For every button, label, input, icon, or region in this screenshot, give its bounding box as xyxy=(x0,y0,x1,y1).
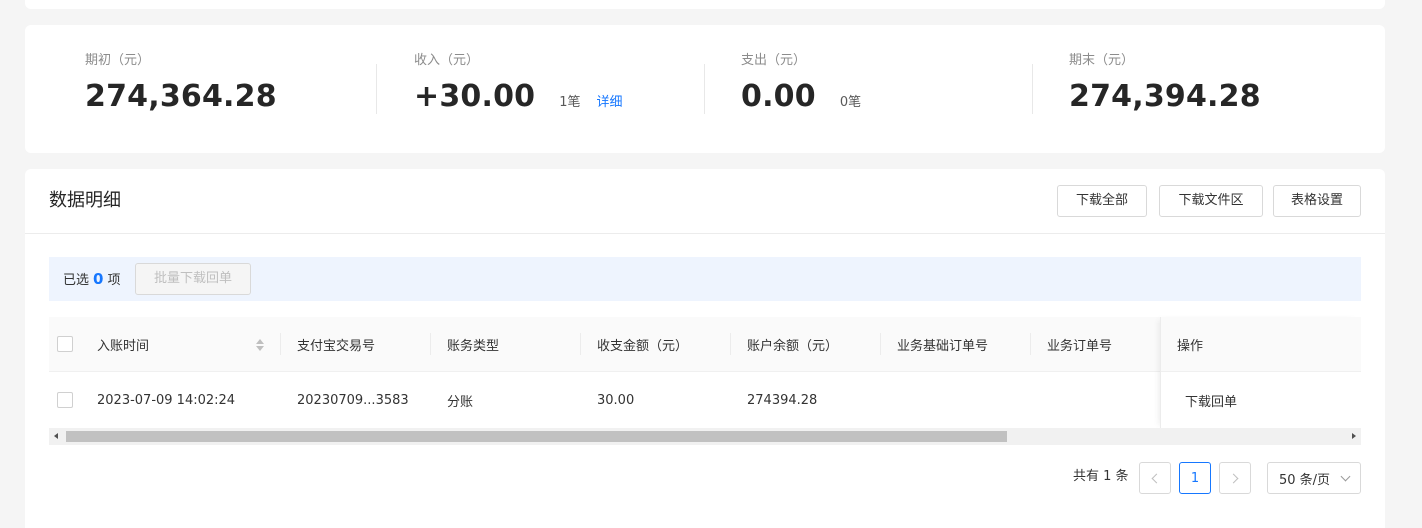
stat-closing-label: 期末（元） xyxy=(1069,53,1135,68)
detail-card: 数据明细 下载全部 下载文件区 表格设置 已选 0 项 批量下载回单 入账时间 支付… xyxy=(25,169,1385,528)
stat-opening-value: 274,364.28 xyxy=(85,79,277,114)
page-size-value: 50 条/页 xyxy=(1279,472,1331,488)
selection-count-text: 已选 0 项 xyxy=(63,270,121,288)
horizontal-scrollbar[interactable] xyxy=(49,428,1361,445)
cell-amount: 30.00 xyxy=(597,392,635,408)
scroll-left-icon[interactable] xyxy=(54,433,58,439)
stat-income-label: 收入（元） xyxy=(414,53,480,68)
col-header-base-order: 业务基础订单号 xyxy=(897,338,989,354)
fixed-action-column xyxy=(1160,317,1361,428)
stat-income-value: +30.00 xyxy=(414,79,536,114)
selection-bar: 已选 0 项 批量下载回单 xyxy=(49,257,1361,301)
chevron-left-icon xyxy=(1151,473,1162,483)
cell-balance: 274394.28 xyxy=(747,392,818,408)
col-header-type: 账务类型 xyxy=(447,338,500,354)
sort-icon[interactable] xyxy=(255,337,265,353)
page-1-button[interactable]: 1 xyxy=(1179,462,1211,494)
cell-trade-no: 20230709...3583 xyxy=(297,392,409,408)
scroll-right-icon[interactable] xyxy=(1352,433,1356,439)
download-all-button[interactable]: 下载全部 xyxy=(1057,185,1147,217)
stat-opening-label: 期初（元） xyxy=(85,53,151,68)
stat-expense-label: 支出（元） xyxy=(741,53,807,68)
col-header-order: 业务订单号 xyxy=(1047,338,1113,354)
batch-download-button[interactable]: 批量下载回单 xyxy=(135,263,251,295)
previous-card-edge xyxy=(25,0,1385,9)
stat-income-count: 1笔 xyxy=(559,95,581,110)
summary-card: 期初（元） 274,364.28 收入（元） +30.00 1笔 详细 支出（元… xyxy=(25,25,1385,153)
cell-time: 2023-07-09 14:02:24 xyxy=(97,392,236,408)
stat-income: 收入（元） +30.00 1笔 详细 xyxy=(414,51,623,115)
cell-type: 分账 xyxy=(447,394,474,410)
divider xyxy=(704,64,705,114)
detail-header: 数据明细 下载全部 下载文件区 表格设置 xyxy=(25,169,1385,234)
stat-expense: 支出（元） 0.00 0笔 xyxy=(741,51,861,115)
stat-expense-count: 0笔 xyxy=(839,95,862,110)
col-header-balance: 账户余额（元） xyxy=(747,338,839,354)
data-table: 入账时间 支付宝交易号 账务类型 收支金额（元） 账户余额（元） 业务基础订单号… xyxy=(49,317,1361,428)
page-size-select[interactable]: 50 条/页 xyxy=(1267,462,1361,494)
stat-expense-value: 0.00 xyxy=(741,79,816,114)
select-all-checkbox[interactable] xyxy=(57,336,73,352)
income-detail-link[interactable]: 详细 xyxy=(597,91,623,110)
divider xyxy=(1032,64,1033,114)
divider xyxy=(376,64,377,114)
stat-closing: 期末（元） 274,394.28 xyxy=(1069,51,1261,115)
row-checkbox[interactable] xyxy=(57,392,73,408)
chevron-down-icon xyxy=(1340,471,1351,482)
col-header-trade-no: 支付宝交易号 xyxy=(297,338,376,354)
detail-title: 数据明细 xyxy=(49,190,121,211)
next-page-button[interactable] xyxy=(1219,462,1251,494)
col-header-time: 入账时间 xyxy=(97,338,150,354)
col-header-amount: 收支金额（元） xyxy=(597,338,689,354)
scroll-thumb[interactable] xyxy=(66,431,1007,442)
stat-opening: 期初（元） 274,364.28 xyxy=(85,51,277,115)
selection-count: 0 xyxy=(93,270,104,288)
pagination-total: 共有 1 条 xyxy=(1073,469,1129,484)
chevron-right-icon xyxy=(1228,473,1239,483)
table-settings-button[interactable]: 表格设置 xyxy=(1273,185,1361,217)
prev-page-button[interactable] xyxy=(1139,462,1171,494)
stat-closing-value: 274,394.28 xyxy=(1069,79,1261,114)
download-area-button[interactable]: 下载文件区 xyxy=(1159,185,1263,217)
